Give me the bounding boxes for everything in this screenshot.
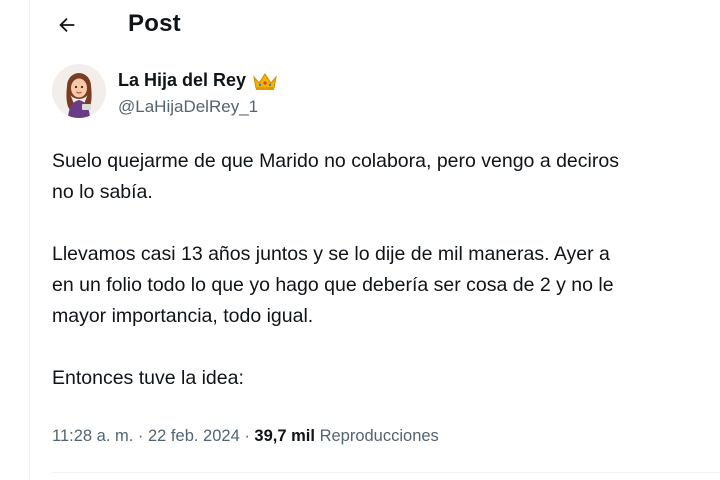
tweet-line: en un folio todo lo que yo hago que debe… (52, 274, 614, 296)
author-row: La Hija del Rey @LaHijaDelRey_1 (52, 64, 672, 122)
meta-separator: · (239, 427, 255, 445)
column-divider (29, 0, 30, 480)
post-time[interactable]: 11:28 a. m. (52, 427, 133, 445)
avatar[interactable] (52, 64, 106, 118)
tweet-line: Entonces tuve la idea: (52, 367, 244, 389)
post-header: Post (30, 0, 720, 52)
crown-icon (252, 71, 278, 91)
author-handle[interactable]: @LaHijaDelRey_1 (118, 97, 258, 117)
tweet-line: no lo sabía. (52, 181, 153, 203)
post-page: Post La Hija del Rey @LaHijaDelRey_1 Sue… (0, 0, 720, 480)
arrow-left-icon (59, 17, 75, 33)
author-name-text: La Hija del Rey (118, 70, 247, 90)
tweet-line: mayor importancia, todo igual. (52, 305, 314, 327)
tweet-line: Suelo quejarme de que Marido no colabora… (52, 150, 619, 172)
tweet-text: Suelo quejarme de que Marido no colabora… (52, 146, 720, 394)
divider (52, 472, 720, 473)
views-label: Reproducciones (319, 427, 439, 445)
author-name[interactable]: La Hija del Rey (118, 70, 278, 91)
post-date[interactable]: 22 feb. 2024 (148, 427, 240, 445)
tweet-line: Llevamos casi 13 años juntos y se lo dij… (52, 243, 610, 265)
back-button[interactable] (50, 8, 84, 42)
page-title: Post (128, 10, 181, 37)
views-count: 39,7 mil (254, 427, 315, 445)
meta-separator: · (133, 427, 148, 445)
post-meta: 11:28 a. m. · 22 feb. 2024 · 39,7 mil Re… (52, 427, 439, 446)
